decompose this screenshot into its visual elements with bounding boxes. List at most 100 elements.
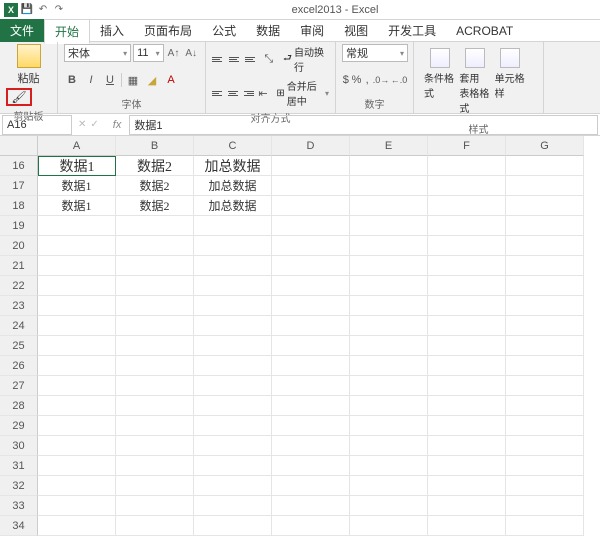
cell-B34[interactable] [116,516,194,536]
cell-A17[interactable]: 数据1 [38,176,116,196]
cell-F22[interactable] [428,276,506,296]
cell-G34[interactable] [506,516,584,536]
cell-D16[interactable] [272,156,350,176]
cell-D28[interactable] [272,396,350,416]
cell-D34[interactable] [272,516,350,536]
cell-C28[interactable] [194,396,272,416]
cell-D29[interactable] [272,416,350,436]
tab-home[interactable]: 开始 [44,19,90,44]
cell-B27[interactable] [116,376,194,396]
row-header-31[interactable]: 31 [0,456,38,476]
cell-G26[interactable] [506,356,584,376]
row-header-29[interactable]: 29 [0,416,38,436]
tab-file[interactable]: 文件 [0,19,44,42]
row-header-19[interactable]: 19 [0,216,38,236]
cell-C20[interactable] [194,236,272,256]
tab-page-layout[interactable]: 页面布局 [134,19,202,42]
cell-E21[interactable] [350,256,428,276]
cell-A29[interactable] [38,416,116,436]
row-header-27[interactable]: 27 [0,376,38,396]
fill-color-button[interactable]: ◢ [144,72,160,88]
orientation-button[interactable]: ⤡ [262,51,276,67]
formula-bar[interactable]: 数据1 [129,115,598,135]
cell-G25[interactable] [506,336,584,356]
cell-A21[interactable] [38,256,116,276]
column-header-C[interactable]: C [194,136,272,156]
cell-G32[interactable] [506,476,584,496]
cell-C33[interactable] [194,496,272,516]
cell-A33[interactable] [38,496,116,516]
cell-C29[interactable] [194,416,272,436]
cell-A26[interactable] [38,356,116,376]
cell-A20[interactable] [38,236,116,256]
cell-A32[interactable] [38,476,116,496]
cell-F27[interactable] [428,376,506,396]
cell-B31[interactable] [116,456,194,476]
cell-E28[interactable] [350,396,428,416]
row-header-16[interactable]: 16 [0,156,38,176]
cell-A18[interactable]: 数据1 [38,196,116,216]
tab-view[interactable]: 视图 [334,19,378,42]
cell-A24[interactable] [38,316,116,336]
cell-C32[interactable] [194,476,272,496]
cell-G18[interactable] [506,196,584,216]
align-left-button[interactable] [212,86,224,100]
cell-E27[interactable] [350,376,428,396]
cell-D25[interactable] [272,336,350,356]
decrease-font-icon[interactable]: A↓ [183,48,199,59]
cell-D19[interactable] [272,216,350,236]
font-color-button[interactable]: A [163,72,179,88]
cell-B23[interactable] [116,296,194,316]
row-header-34[interactable]: 34 [0,516,38,536]
cell-E32[interactable] [350,476,428,496]
cell-G28[interactable] [506,396,584,416]
column-header-A[interactable]: A [38,136,116,156]
cell-F21[interactable] [428,256,506,276]
cell-E19[interactable] [350,216,428,236]
cell-B29[interactable] [116,416,194,436]
cell-G29[interactable] [506,416,584,436]
cell-G16[interactable] [506,156,584,176]
cell-A19[interactable] [38,216,116,236]
cell-styles-button[interactable]: 单元格样 [495,48,526,115]
increase-decimal-button[interactable]: .0→ [373,72,389,88]
row-header-30[interactable]: 30 [0,436,38,456]
align-right-button[interactable] [242,86,254,100]
cell-F20[interactable] [428,236,506,256]
cell-F33[interactable] [428,496,506,516]
row-header-24[interactable]: 24 [0,316,38,336]
cell-A34[interactable] [38,516,116,536]
column-header-G[interactable]: G [506,136,584,156]
tab-formulas[interactable]: 公式 [202,19,246,42]
cell-F24[interactable] [428,316,506,336]
tab-developer[interactable]: 开发工具 [378,19,446,42]
cell-A23[interactable] [38,296,116,316]
cell-D26[interactable] [272,356,350,376]
cell-B19[interactable] [116,216,194,236]
align-middle-button[interactable] [229,52,243,66]
cell-B20[interactable] [116,236,194,256]
cell-B26[interactable] [116,356,194,376]
enter-icon[interactable]: ✓ [90,119,98,130]
row-header-26[interactable]: 26 [0,356,38,376]
font-name-combo[interactable]: 宋体▾ [64,44,131,62]
cell-C19[interactable] [194,216,272,236]
format-as-table-button[interactable]: 套用 表格格式 [459,48,490,115]
cell-C24[interactable] [194,316,272,336]
cell-C17[interactable]: 加总数据 [194,176,272,196]
name-box[interactable]: A16 [2,115,72,135]
merge-center-button[interactable]: ⊞合并后居中▾ [276,78,329,108]
decrease-decimal-button[interactable]: ←.0 [391,72,407,88]
cell-C23[interactable] [194,296,272,316]
wrap-text-button[interactable]: ⮐自动换行 [283,44,329,74]
tab-acrobat[interactable]: ACROBAT [446,21,523,41]
cell-F25[interactable] [428,336,506,356]
bold-button[interactable]: B [64,72,80,88]
cell-G21[interactable] [506,256,584,276]
cell-A22[interactable] [38,276,116,296]
cell-E26[interactable] [350,356,428,376]
tab-review[interactable]: 审阅 [290,19,334,42]
cell-F32[interactable] [428,476,506,496]
cell-G22[interactable] [506,276,584,296]
cell-B33[interactable] [116,496,194,516]
